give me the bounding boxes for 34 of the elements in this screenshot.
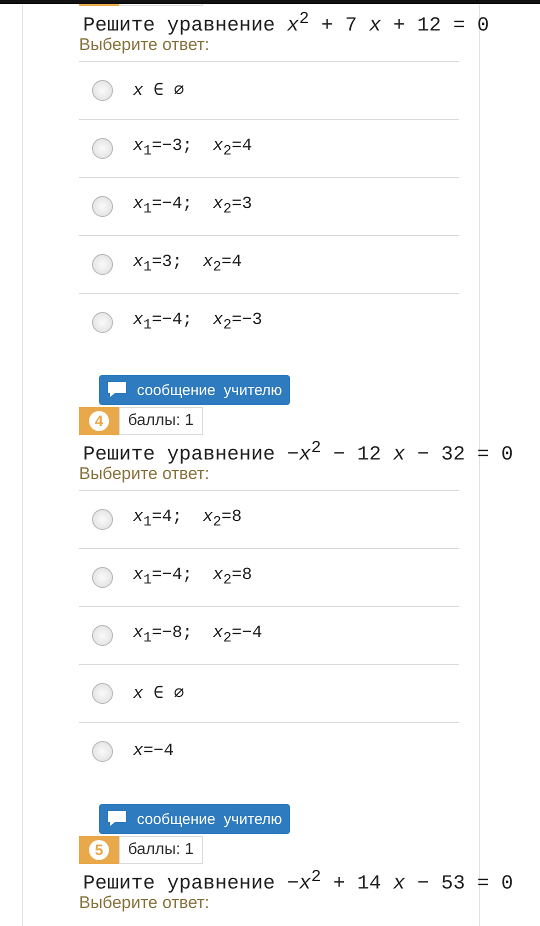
- answer-option[interactable]: x$_{1}$=−4; x$_{2}$=8: [133, 566, 252, 589]
- points-label: баллы: 1: [119, 407, 203, 435]
- answer-prompt: Выберите ответ:: [79, 35, 210, 55]
- radio-button[interactable]: [92, 196, 113, 217]
- radio-button[interactable]: [92, 80, 113, 101]
- answer-option[interactable]: x$_{1}$=−4; x$_{2}$=3: [133, 195, 252, 218]
- radio-button[interactable]: [92, 683, 113, 704]
- radio-button[interactable]: [92, 625, 113, 646]
- answer-option[interactable]: x$_{1}$=4; x$_{2}$=8: [133, 508, 242, 531]
- question-title: Решите уравнение −x$^{2}$ − 12 x − 32 = 0: [83, 438, 514, 463]
- radio-button[interactable]: [92, 567, 113, 588]
- question-number-badge: 5: [79, 836, 119, 864]
- answer-option[interactable]: x$_{1}$=−4; x$_{2}$=−3: [133, 311, 262, 334]
- answer-option[interactable]: x$_{1}$=3; x$_{2}$=4: [133, 253, 242, 276]
- radio-button[interactable]: [92, 254, 113, 275]
- answer-option[interactable]: x$_{1}$=−8; x$_{2}$=−4: [133, 624, 262, 647]
- question-title: Решите уравнение x$^{2}$ + 7 x + 12 = 0: [83, 9, 490, 34]
- message-teacher-button[interactable]: сообщение учителю: [99, 804, 290, 834]
- answer-option[interactable]: x$_{1}$=−3; x$_{2}$=4: [133, 137, 252, 160]
- points-label: баллы: 1: [119, 836, 203, 864]
- radio-button[interactable]: [92, 138, 113, 159]
- question-number-badge: 4: [79, 407, 119, 435]
- chat-icon: [107, 810, 127, 828]
- answer-prompt: Выберите ответ:: [79, 464, 210, 484]
- radio-button[interactable]: [92, 509, 113, 530]
- answer-option[interactable]: x ∈ ∅: [133, 80, 184, 101]
- answer-option[interactable]: x ∈ ∅: [133, 683, 184, 704]
- radio-button[interactable]: [92, 741, 113, 762]
- question-title: Решите уравнение −x$^{2}$ + 14 x − 53 = 0: [83, 867, 514, 892]
- answer-option[interactable]: x=−4: [133, 742, 174, 761]
- chat-icon: [107, 381, 127, 399]
- message-teacher-button[interactable]: сообщение учителю: [99, 375, 290, 405]
- answer-prompt: Выберите ответ:: [79, 893, 210, 913]
- radio-button[interactable]: [92, 312, 113, 333]
